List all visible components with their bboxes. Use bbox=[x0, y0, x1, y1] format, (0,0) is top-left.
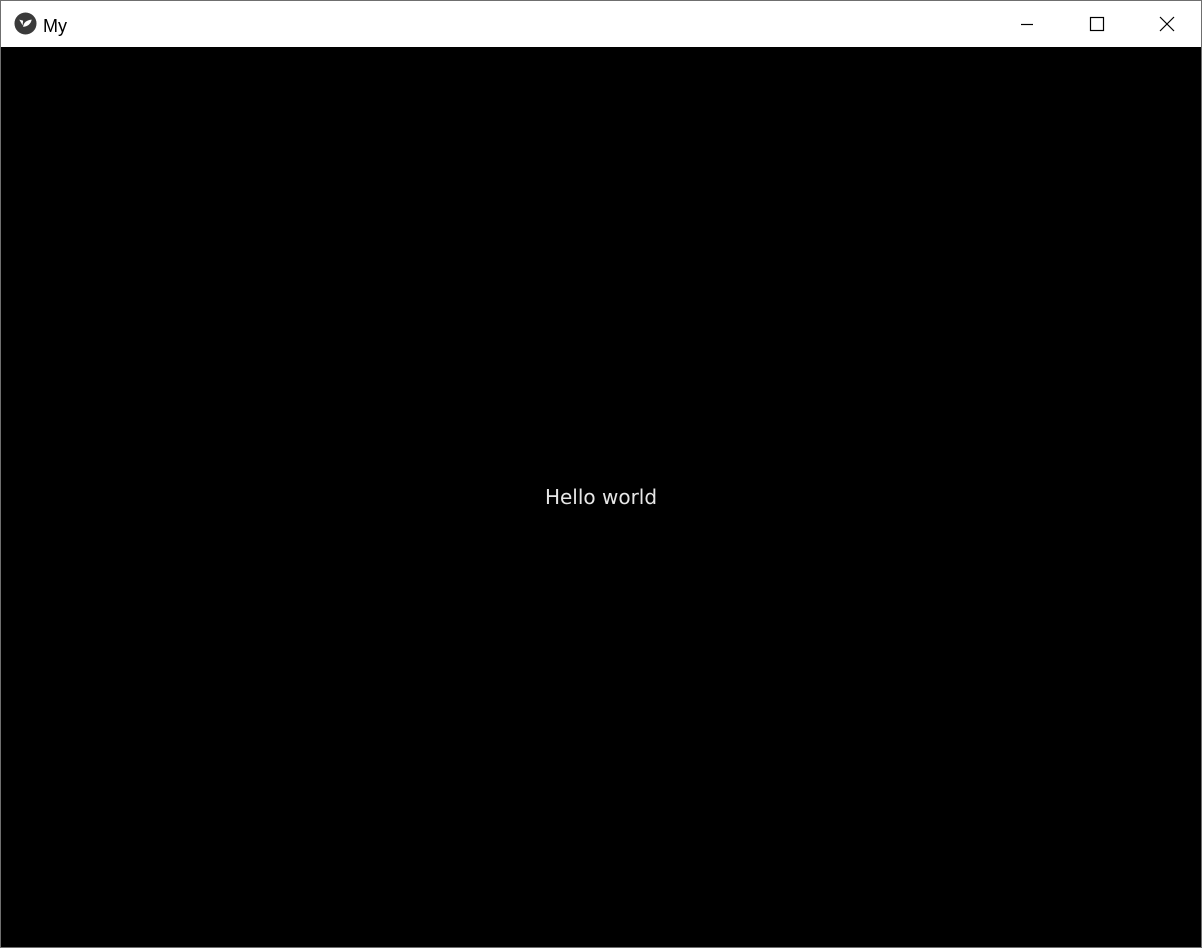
close-button[interactable] bbox=[1132, 1, 1201, 47]
title-bar[interactable]: My bbox=[1, 1, 1201, 47]
window-title: My bbox=[43, 16, 67, 36]
hello-label: Hello world bbox=[544, 485, 658, 509]
maximize-icon bbox=[1089, 16, 1105, 32]
kivy-logo-icon bbox=[14, 12, 37, 35]
minimize-icon bbox=[1021, 23, 1033, 26]
app-canvas: Hello world bbox=[1, 47, 1201, 947]
app-window: My Hello world bbox=[0, 0, 1202, 948]
minimize-button[interactable] bbox=[992, 1, 1062, 47]
close-icon bbox=[1159, 16, 1174, 32]
maximize-button[interactable] bbox=[1062, 1, 1132, 47]
